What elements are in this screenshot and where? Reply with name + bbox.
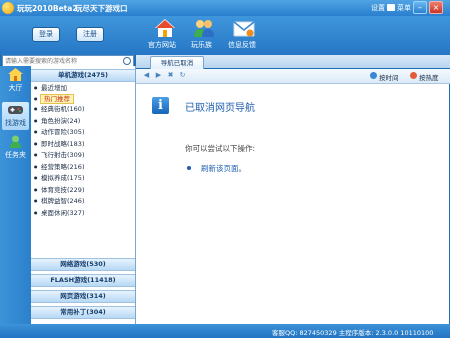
page-title: 已取消网页导航	[185, 103, 255, 114]
list-item[interactable]: 角色扮演(24)	[34, 116, 80, 126]
fire-icon	[410, 72, 417, 79]
category-patches[interactable]: 常用补丁(304)	[31, 306, 135, 319]
header-bar	[0, 16, 450, 55]
mail-icon[interactable]	[233, 18, 255, 38]
home-icon[interactable]	[154, 18, 176, 38]
refresh-page-link[interactable]: 刷新该页面。	[201, 163, 246, 174]
sidebar-item-find-games[interactable]: 找游戏	[2, 102, 29, 130]
refresh-icon[interactable]: ↻	[179, 72, 186, 79]
stop-icon[interactable]: ✖	[167, 72, 174, 79]
app-slogan: 玩尽天下游戏口	[75, 4, 128, 13]
list-item[interactable]: 桌面休闲(327)	[34, 208, 85, 218]
sidebar-item-label: 大厅	[8, 84, 23, 92]
clock-icon	[370, 72, 377, 79]
users-icon[interactable]	[193, 18, 215, 38]
page-subtitle: 你可以尝试以下操作:	[185, 144, 256, 153]
list-item[interactable]: 飞行射击(309)	[34, 150, 85, 160]
content-panel	[136, 84, 449, 324]
search-icon[interactable]	[123, 57, 131, 65]
game-catalog: 单机游戏(2475) 最近增加 热门推荐 经典街机(160) 角色扮演(24) …	[31, 66, 136, 324]
category-flash[interactable]: FLASH游戏(11418)	[31, 274, 135, 287]
login-button[interactable]: 登录	[32, 27, 60, 42]
list-item[interactable]: 最近增加	[34, 83, 67, 93]
search-input[interactable]	[5, 56, 115, 66]
sort-by-heat-button[interactable]: 按热度	[419, 72, 439, 82]
close-button[interactable]: ×	[429, 1, 443, 14]
sidebar-item-lobby[interactable]: 大厅	[2, 68, 29, 93]
gamepad-icon	[8, 106, 23, 114]
nav-play-club[interactable]: 玩乐族	[191, 40, 212, 50]
app-title: 玩玩2010Beta2	[17, 4, 78, 13]
menu-button[interactable]: 菜单	[397, 3, 411, 13]
settings-button[interactable]: 设置	[371, 3, 385, 13]
minimize-button[interactable]: –	[413, 1, 427, 14]
sidebar-item-label: 找游戏	[5, 119, 26, 127]
list-item[interactable]: 经营策略(216)	[34, 162, 85, 172]
category-online[interactable]: 网络游戏(530)	[31, 258, 135, 271]
category-standalone[interactable]: 单机游戏(2475)	[31, 69, 135, 82]
tab-navigation-cancelled[interactable]: 导航已取消	[150, 56, 204, 69]
forward-icon[interactable]: ▶	[155, 72, 162, 79]
list-item[interactable]: 经典街机(160)	[34, 104, 85, 114]
info-icon: i	[152, 97, 169, 114]
list-item-selected[interactable]: 热门推荐	[34, 94, 74, 104]
sort-by-time-button[interactable]: 按时间	[379, 72, 399, 82]
bullet-icon	[187, 166, 191, 170]
nav-official-site[interactable]: 官方网站	[148, 40, 176, 50]
menu-icon[interactable]	[387, 4, 395, 11]
nav-feedback[interactable]: 信息反馈	[228, 40, 256, 50]
list-item[interactable]: 动作冒险(305)	[34, 127, 85, 137]
category-web[interactable]: 网页游戏(314)	[31, 290, 135, 303]
app-logo-icon	[2, 2, 14, 14]
back-icon[interactable]: ◀	[143, 72, 150, 79]
register-button[interactable]: 注册	[76, 27, 104, 42]
list-item[interactable]: 模拟养成(175)	[34, 173, 85, 183]
house-icon	[8, 68, 23, 81]
task-icon	[10, 135, 21, 148]
sidebar-item-tasks[interactable]: 任务夹	[2, 135, 29, 160]
status-text: 客服QQ: 827450329 主程序版本: 2.3.0.0 10110100	[272, 329, 434, 337]
list-item[interactable]: 棋牌益智(246)	[34, 196, 85, 206]
sidebar-item-label: 任务夹	[5, 151, 26, 159]
list-item[interactable]: 体育竞技(229)	[34, 185, 85, 195]
list-item[interactable]: 即时战略(183)	[34, 139, 85, 149]
